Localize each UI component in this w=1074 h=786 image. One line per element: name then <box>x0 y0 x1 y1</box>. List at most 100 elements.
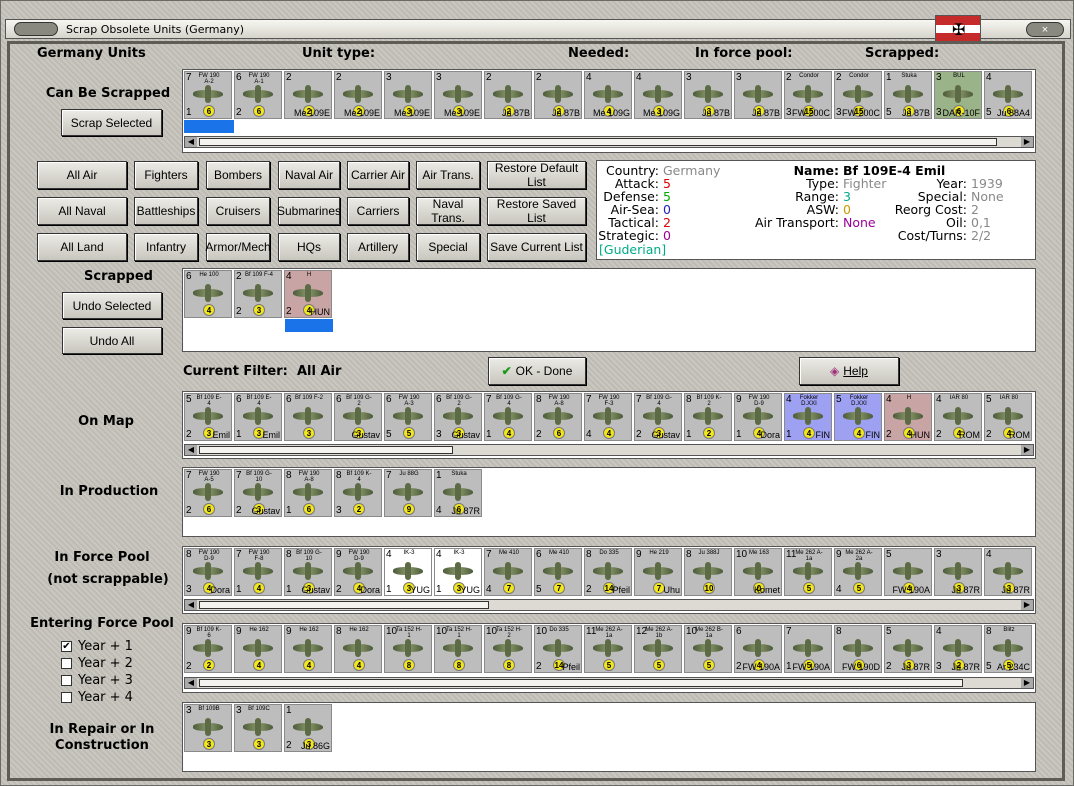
unit-counter[interactable]: 5 Bf 109 E-4 2 3 Emil <box>184 393 232 441</box>
force-pool-scrollbar[interactable]: ◀ ▶ <box>184 599 1034 611</box>
entering-scrollbar[interactable]: ◀ ▶ <box>184 677 1034 689</box>
unit-counter[interactable]: 7 1 5 FW 190A <box>784 625 832 673</box>
year-checkbox-1[interactable]: ✔ Year + 1 <box>61 639 133 654</box>
unit-counter[interactable]: 10 Ta 152 H-2 8 <box>484 625 532 673</box>
unit-counter[interactable]: 2 2 Ju 87B <box>484 71 532 119</box>
unit-counter[interactable]: 9 FW 190 D-9 1 4 Dora <box>734 393 782 441</box>
unit-counter[interactable]: 4 3 Me 109G <box>634 71 682 119</box>
unit-counter[interactable]: 5 4 FW 190A <box>884 548 932 596</box>
unit-counter[interactable]: 7 Bf 109 G-10 2 3 Gustav <box>234 469 282 517</box>
unit-counter[interactable]: 7 Bf 109 G-4 1 4 <box>484 393 532 441</box>
unit-counter[interactable]: 1 Stuka 4 6 Ju 87R <box>434 469 482 517</box>
filter-button-fighters[interactable]: Fighters <box>134 161 198 189</box>
unit-counter[interactable]: 5 Fokker D.XXI 4 FIN <box>834 393 882 441</box>
unit-counter[interactable]: 9 He 162 4 <box>234 625 282 673</box>
unit-counter[interactable]: 9 Bf 109 K-6 2 2 <box>184 625 232 673</box>
unit-counter[interactable]: 6 Bf 109 G-2 3 3 Gustav <box>434 393 482 441</box>
unit-counter[interactable]: 6 Bf 109 F-2 3 <box>284 393 332 441</box>
unit-counter[interactable]: 5 2 3 Ju 87R <box>884 625 932 673</box>
unit-counter[interactable]: 8 Blitz 5 5 Ar 234C <box>984 625 1032 673</box>
filter-button-battleships[interactable]: Battleships <box>134 197 198 225</box>
unit-counter[interactable]: 11 Me 262 A-1a 5 <box>584 625 632 673</box>
unit-counter[interactable]: 4 3 2 Ju 87R <box>934 625 982 673</box>
unit-counter[interactable]: 6 FW 190 A-1 2 6 <box>234 71 282 119</box>
unit-counter[interactable]: 2 Bf 109 F-4 2 3 <box>234 270 282 318</box>
filter-button-hqs[interactable]: HQs <box>278 233 340 261</box>
window-menu-button[interactable] <box>14 22 58 36</box>
unit-counter[interactable]: 7 Ju 88G 9 <box>384 469 432 517</box>
filter-button-artillery[interactable]: Artillery <box>347 233 409 261</box>
on-map-scrollbar[interactable]: ◀ ▶ <box>184 444 1034 456</box>
year-checkbox-2[interactable]: Year + 2 <box>61 656 133 671</box>
filter-button-naval-trans-[interactable]: Naval Trans. <box>416 197 480 225</box>
unit-counter[interactable]: 4 H 2 4 HUN <box>884 393 932 441</box>
unit-counter[interactable]: 10 Me 262 B-1a 5 <box>684 625 732 673</box>
unit-counter[interactable]: 4 Fokker D.XXI 1 4 FIN <box>784 393 832 441</box>
unit-counter[interactable]: 3 BUL 3 6 DAR-10F <box>934 71 982 119</box>
unit-counter[interactable]: 9 He 219 7 Uhu <box>634 548 682 596</box>
filter-button-all-naval[interactable]: All Naval <box>37 197 127 225</box>
checkbox-icon[interactable] <box>61 692 72 703</box>
unit-counter[interactable]: 4 IK-3 1 3 YUG <box>384 548 432 596</box>
unit-counter[interactable]: 3 3 Me 109E <box>384 71 432 119</box>
unit-counter[interactable]: 8 Bf 109 G-10 1 3 Gustav <box>284 548 332 596</box>
undo-selected-button[interactable]: Undo Selected <box>62 292 162 319</box>
filter-button-all-land[interactable]: All Land <box>37 233 127 261</box>
unit-counter[interactable]: 4 5 6 Ju 88A4 <box>984 71 1032 119</box>
unit-counter[interactable]: 8 FW 190 A-8 1 6 <box>284 469 332 517</box>
can-scrollbar[interactable]: ◀ ▶ <box>184 136 1034 148</box>
unit-counter[interactable]: 7 Bf 109 G-4 2 3 Gustav <box>634 393 682 441</box>
unit-counter[interactable]: 3 Bf 109C 3 <box>234 704 282 752</box>
filter-button-restore-default-list[interactable]: Restore Default List <box>487 161 586 189</box>
filter-button-submarines[interactable]: Submarines <box>277 197 341 225</box>
unit-counter[interactable]: 7 FW 190 A-2 1 6 <box>184 71 232 119</box>
unit-counter[interactable]: 3 3 Ju 87B <box>684 71 732 119</box>
unit-counter[interactable]: 4 IAR 80 2 4 ROM <box>934 393 982 441</box>
unit-counter[interactable]: 6 FW 190 A-3 5 5 <box>384 393 432 441</box>
year-checkbox-3[interactable]: Year + 3 <box>61 673 133 688</box>
unit-counter[interactable]: 3 Bf 109B 3 <box>184 704 232 752</box>
unit-counter[interactable]: 4 H 2 4 HUN <box>284 270 332 318</box>
unit-counter[interactable]: 2 2 Me 109E <box>334 71 382 119</box>
unit-counter[interactable]: 8 Bf 109 K-2 1 2 <box>684 393 732 441</box>
help-button[interactable]: ◈ Help <box>799 357 899 385</box>
unit-counter[interactable]: 11 Me 262 A-1a 5 <box>784 548 832 596</box>
unit-counter[interactable]: 6 Bf 109 E-4 1 3 Emil <box>234 393 282 441</box>
filter-button-bombers[interactable]: Bombers <box>206 161 270 189</box>
filter-button-carriers[interactable]: Carriers <box>347 197 409 225</box>
title-bar[interactable]: Scrap Obsolete Units (Germany) × <box>5 19 1071 39</box>
checkbox-icon[interactable] <box>61 675 72 686</box>
filter-button-cruisers[interactable]: Cruisers <box>206 197 270 225</box>
filter-button-restore-saved-list[interactable]: Restore Saved List <box>487 197 586 225</box>
unit-counter[interactable]: 8 FW 190 D-9 3 4 Dora <box>184 548 232 596</box>
unit-counter[interactable]: 10 Me 163 0 Komet <box>734 548 782 596</box>
filter-button-infantry[interactable]: Infantry <box>134 233 198 261</box>
filter-button-armor-mech[interactable]: Armor/Mech <box>205 233 271 261</box>
filter-button-carrier-air[interactable]: Carrier Air <box>347 161 409 189</box>
unit-counter[interactable]: 2 2 Me 109E <box>284 71 332 119</box>
unit-counter[interactable]: 5 IAR 80 2 4 ROM <box>984 393 1032 441</box>
undo-all-button[interactable]: Undo All <box>62 327 162 354</box>
unit-counter[interactable]: 10 Ta 152 H-1 8 <box>434 625 482 673</box>
unit-counter[interactable]: 7 FW 190 A-5 2 6 <box>184 469 232 517</box>
unit-counter[interactable]: 8 FW 190 A-8 2 6 <box>534 393 582 441</box>
unit-counter[interactable]: 7 Me 410 4 7 <box>484 548 532 596</box>
unit-counter[interactable]: 4 3 Ju 87R <box>984 548 1032 596</box>
filter-button-air-trans-[interactable]: Air Trans. <box>416 161 480 189</box>
unit-counter[interactable]: 7 FW 190 F-8 1 4 <box>234 548 282 596</box>
unit-counter[interactable]: 6 2 4 FW 190A <box>734 625 782 673</box>
unit-counter[interactable]: 10 Do 335 2 14 Pfeil <box>534 625 582 673</box>
unit-counter[interactable]: 2 Condor 3 15 FW 200C <box>834 71 882 119</box>
unit-counter[interactable]: 10 Ta 152 H-1 8 <box>384 625 432 673</box>
unit-counter[interactable]: 8 Bf 109 K-4 3 2 <box>334 469 382 517</box>
filter-button-naval-air[interactable]: Naval Air <box>278 161 340 189</box>
unit-counter[interactable]: 9 Me 262 A-2a 4 5 <box>834 548 882 596</box>
unit-counter[interactable]: 2 2 Ju 87B <box>534 71 582 119</box>
close-button[interactable]: × <box>1026 22 1064 37</box>
unit-counter[interactable]: 2 Condor 3 15 FW 200C <box>784 71 832 119</box>
unit-counter[interactable]: 6 He 100 4 <box>184 270 232 318</box>
checkbox-icon[interactable] <box>61 658 72 669</box>
unit-counter[interactable]: 7 FW 190 F-3 4 4 <box>584 393 632 441</box>
unit-counter[interactable]: 6 Bf 109 G-2 3 Gustav <box>334 393 382 441</box>
unit-counter[interactable]: 3 3 Me 109E <box>434 71 482 119</box>
